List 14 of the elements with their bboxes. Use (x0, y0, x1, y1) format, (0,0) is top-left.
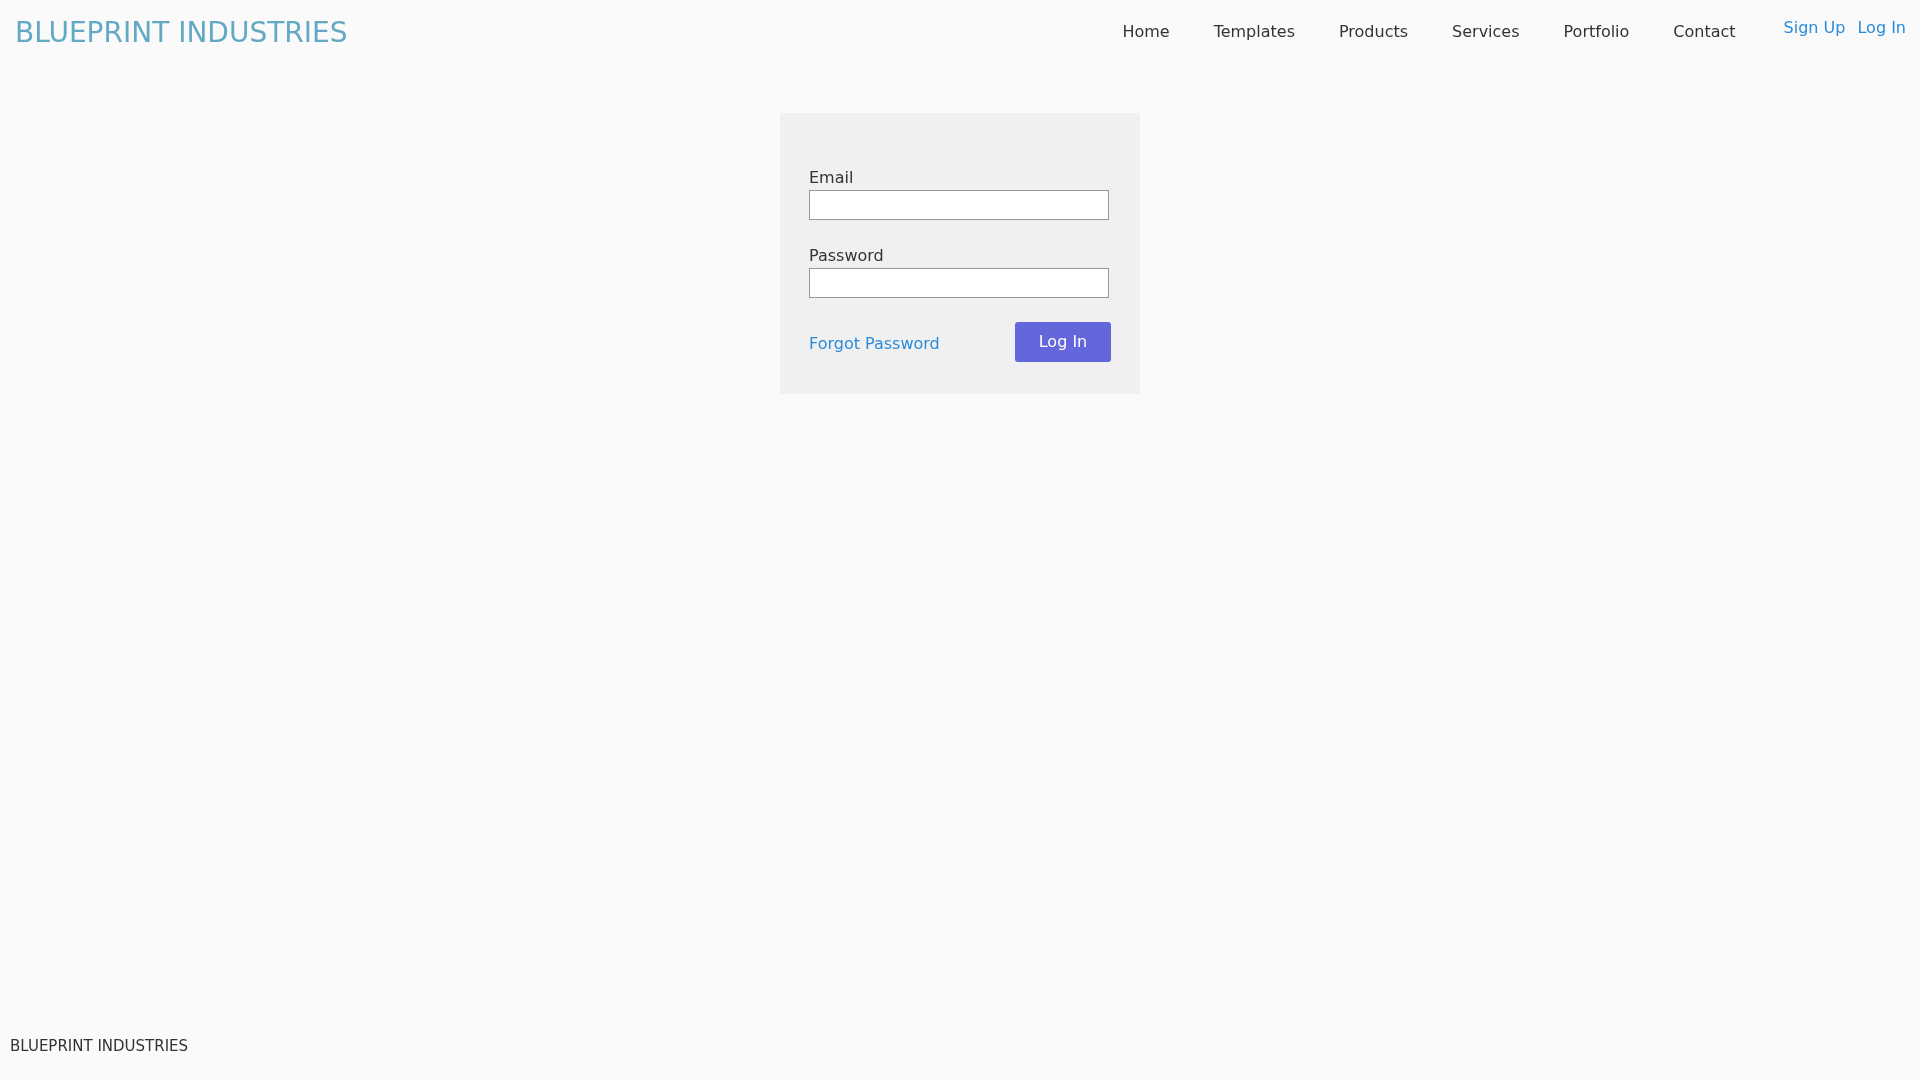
nav-link[interactable]: Products (1334, 20, 1413, 44)
input-field[interactable] (809, 190, 1109, 220)
nav-link[interactable]: Contact (1669, 20, 1740, 44)
footer-text: BLUEPRINT INDUSTRIES (10, 1037, 189, 1055)
input-field[interactable] (809, 268, 1109, 298)
auth-link[interactable]: Log In (1857, 16, 1906, 40)
field-label: Password (809, 246, 885, 266)
login-button[interactable]: Log In (1015, 322, 1111, 362)
nav-link[interactable]: Home (1118, 20, 1174, 44)
nav-link[interactable]: Services (1448, 20, 1524, 44)
field-label: Email (809, 168, 855, 188)
auth-link[interactable]: Sign Up (1783, 16, 1846, 40)
nav-link[interactable]: Templates (1209, 20, 1299, 44)
nav-link[interactable]: Portfolio (1559, 20, 1634, 44)
